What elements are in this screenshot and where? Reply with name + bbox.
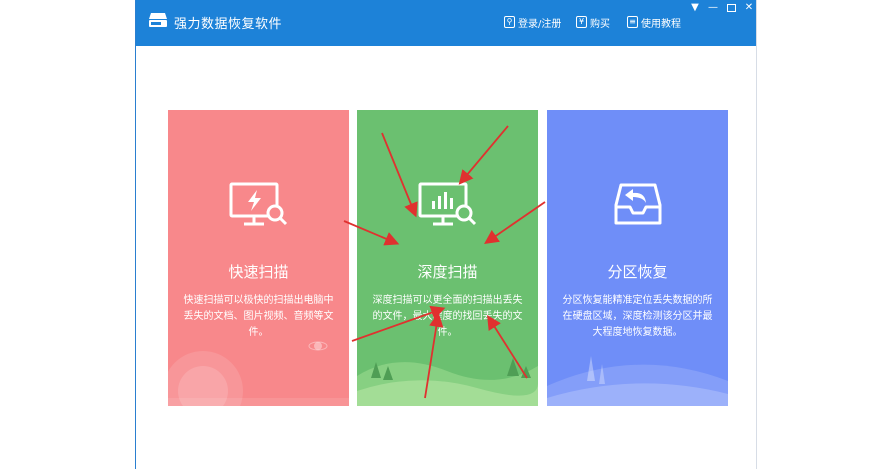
login-register-label: 登录/注册 bbox=[518, 18, 562, 30]
buy-label: 购买 bbox=[590, 18, 610, 30]
quick-scan-card[interactable]: 快速扫描 快速扫描可以极快的扫描出电脑中丢失的文档、图片视频、音频等文件。 bbox=[168, 110, 349, 406]
maximize-icon bbox=[726, 4, 736, 12]
menu-button[interactable]: ▼ bbox=[688, 2, 702, 14]
monitor-chart-search-icon bbox=[418, 182, 476, 226]
deep-scan-title: 深度扫描 bbox=[417, 263, 478, 281]
document-icon: ≡ bbox=[627, 16, 638, 28]
close-button[interactable]: ✕ bbox=[742, 2, 756, 14]
quick-scan-title: 快速扫描 bbox=[228, 263, 289, 281]
partition-recovery-card[interactable]: 分区恢复 分区恢复能精准定位丢失数据的所在硬盘区域，深度检测该分区并最大程度地恢… bbox=[547, 110, 728, 406]
deep-scan-card[interactable]: 深度扫描 深度扫描可以更全面的扫描出丢失的文件，最大程度的找回丢失的文件。 bbox=[357, 110, 538, 406]
user-icon: ⚲ bbox=[504, 16, 515, 28]
monitor-lightning-search-icon bbox=[229, 182, 287, 226]
app-title: 强力数据恢复软件 bbox=[174, 17, 283, 32]
buy-button[interactable]: ¥ 购买 bbox=[576, 14, 610, 30]
inbox-return-icon bbox=[614, 183, 661, 225]
login-register-button[interactable]: ⚲ 登录/注册 bbox=[504, 14, 561, 30]
yen-icon: ¥ bbox=[576, 16, 587, 28]
title-bar: 强力数据恢复软件 ⚲ 登录/注册 ¥ 购买 ≡ 使用教程 ▼ — ✕ bbox=[136, 0, 756, 46]
guide-button[interactable]: ≡ 使用教程 bbox=[627, 14, 681, 30]
minimize-button[interactable]: — bbox=[706, 2, 720, 14]
hills-decoration-image bbox=[357, 358, 538, 406]
partition-recovery-title: 分区恢复 bbox=[607, 263, 668, 281]
app-window: 强力数据恢复软件 ⚲ 登录/注册 ¥ 购买 ≡ 使用教程 ▼ — ✕ 快速扫描 … bbox=[135, 0, 757, 469]
app-logo-icon bbox=[149, 13, 167, 27]
planet-decoration-image bbox=[168, 341, 349, 406]
guide-label: 使用教程 bbox=[641, 18, 681, 30]
wave-decoration-image bbox=[547, 356, 728, 406]
maximize-button[interactable] bbox=[724, 2, 738, 14]
